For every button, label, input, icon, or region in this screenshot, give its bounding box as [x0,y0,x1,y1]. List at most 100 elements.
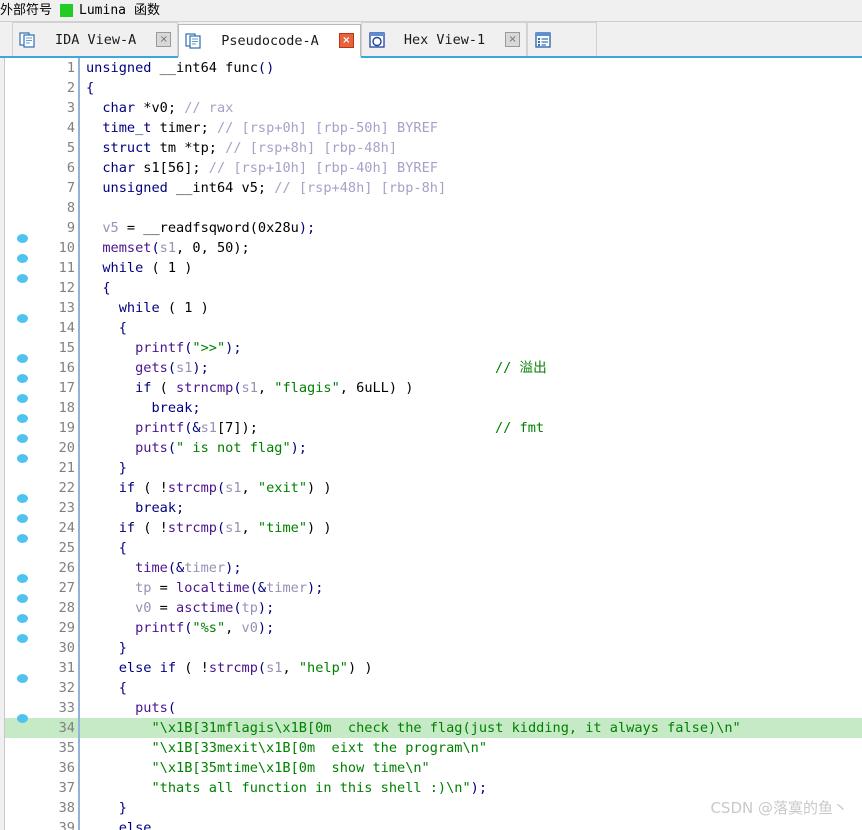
decompiled-address-dot-icon[interactable] [17,254,28,263]
code-token: s1 [200,420,217,436]
code-line[interactable]: 30 } [5,638,862,658]
code-line[interactable]: 11 while ( 1 ) [5,258,862,283]
top-toolbar: 外部符号 Lumina 函数 [0,0,862,22]
code-text: gets(s1); [80,358,862,378]
decompiled-address-dot-icon[interactable] [17,454,28,463]
code-token: struct [102,140,152,156]
code-line[interactable]: 31 else if ( !strcmp(s1, "help") ) [5,658,862,683]
tab-ida-view-a[interactable]: IDA View-A × [12,22,179,56]
code-line[interactable]: 15 printf(">>"); [5,338,862,363]
functions-label[interactable]: 函数 [134,0,160,21]
code-line[interactable]: 32 { [5,678,862,698]
tab-close-icon[interactable]: × [338,33,354,48]
tab-structures[interactable] [527,22,598,56]
code-line[interactable]: 33 puts( [5,698,862,723]
line-number: 8 [66,200,75,216]
code-token: break [151,400,193,416]
code-text: puts( [80,698,862,718]
decompiled-address-dot-icon[interactable] [17,514,28,523]
code-line[interactable]: 4 time_t timer; // [rsp+0h] [rbp-50h] BY… [5,118,862,138]
code-line[interactable]: 17 if ( strncmp(s1, "flagis", 6uLL) ) [5,378,862,403]
line-number: 10 [58,240,75,256]
line-number: 32 [58,680,75,696]
code-line[interactable]: 16 // 溢出 gets(s1); [5,358,862,383]
code-line[interactable]: 3 char *v0; // rax [5,98,862,118]
code-text: } [80,458,862,478]
code-token: tm *tp; [151,140,226,156]
code-text: { [80,318,862,338]
code-text: tp = localtime(&timer); [80,578,862,598]
code-line[interactable]: 21 } [5,458,862,478]
code-line[interactable]: 29 printf("%s", v0); [5,618,862,643]
lumina-label[interactable]: Lumina [79,3,126,18]
tab-close-icon[interactable]: × [156,32,172,47]
inline-comment: // fmt [495,420,545,436]
code-token: { [102,280,111,296]
code-text: break; [80,398,862,418]
code-line[interactable]: 37 "thats all function in this shell :)\… [5,778,862,798]
code-line[interactable]: 13 while ( 1 ) [5,298,862,323]
code-line[interactable]: 7 unsigned __int64 v5; // [rsp+48h] [rbp… [5,178,862,198]
decompiled-address-dot-icon[interactable] [17,714,28,723]
code-line[interactable]: 27 tp = localtime(&timer); [5,578,862,603]
decompiled-address-dot-icon[interactable] [17,634,28,643]
code-line[interactable]: 12 { [5,278,862,298]
code-line[interactable]: 9 v5 = __readfsqword(0x28u); [5,218,862,243]
decompiled-address-dot-icon[interactable] [17,394,28,403]
code-token: ( [216,520,226,536]
decompiled-address-dot-icon[interactable] [17,374,28,383]
tab-pseudocode-a[interactable]: Pseudocode-A × [178,24,361,58]
code-line[interactable]: 10 memset(s1, 0, 50); [5,238,862,263]
decompiled-address-dot-icon[interactable] [17,494,28,503]
code-line[interactable]: 18 break; [5,398,862,423]
code-line[interactable]: 38 } [5,798,862,818]
code-line[interactable]: 39 else [5,818,862,830]
code-line[interactable]: 8 [5,198,862,218]
code-token: s1 [241,380,258,396]
decompiled-address-dot-icon[interactable] [17,594,28,603]
code-line[interactable]: 19 // fmt printf(&s1[7]); [5,418,862,443]
code-token: printf [135,420,185,436]
code-line[interactable]: 35 "\x1B[33mexit\x1B[0m eixt the program… [5,738,862,758]
code-line[interactable]: 36 "\x1B[35mtime\x1B[0m show time\n" [5,758,862,778]
decompiled-address-dot-icon[interactable] [17,614,28,623]
code-line[interactable]: 26 time(&timer); [5,558,862,583]
code-line[interactable]: 20 puts(" is not flag"); [5,438,862,463]
code-line[interactable]: 5 struct tm *tp; // [rsp+8h] [rbp-48h] [5,138,862,158]
external-symbols-label[interactable]: 外部符号 [0,0,52,21]
decompiled-address-dot-icon[interactable] [17,274,28,283]
decompiled-address-dot-icon[interactable] [17,534,28,543]
code-line[interactable]: 14 { [5,318,862,338]
decompiled-address-dot-icon[interactable] [17,434,28,443]
code-line[interactable]: 28 v0 = asctime(tp); [5,598,862,623]
code-line[interactable]: 6 char s1[56]; // [rsp+10h] [rbp-40h] BY… [5,158,862,178]
code-token: __int64 [151,60,226,76]
tab-hex-view-1[interactable]: Hex View-1 × [360,22,528,56]
code-line[interactable]: 24 if ( !strcmp(s1, "time") ) [5,518,862,543]
code-token: timer; [151,120,217,136]
code-token: // [rsp+10h] [rbp-40h] BYREF [208,160,438,176]
code-line[interactable]: 23 break; [5,498,862,523]
code-token: else [118,660,152,676]
code-token: asctime [176,600,234,616]
decompiled-address-dot-icon[interactable] [17,674,28,683]
code-line[interactable]: 2{ [5,78,862,98]
code-line[interactable]: 1 unsigned __int64 func() [5,58,862,78]
decompiled-address-dot-icon[interactable] [17,574,28,583]
code-lines-container[interactable]: 1 unsigned __int64 func() 2{3 char *v0; //… [5,58,862,830]
line-number: 15 [58,340,75,356]
code-token: "\x1B[33mexit\x1B[0m eixt the program\n" [151,740,488,756]
code-line[interactable]: 22 if ( !strcmp(s1, "exit") ) [5,478,862,503]
tab-close-icon[interactable]: × [505,32,521,47]
code-token: " is not flag" [176,440,291,456]
code-line[interactable]: 25 { [5,538,862,558]
decompiled-address-dot-icon[interactable] [17,314,28,323]
decompiled-address-dot-icon[interactable] [17,234,28,243]
code-line[interactable]: 34 "\x1B[31mflagis\x1B[0m check the flag… [5,718,862,738]
